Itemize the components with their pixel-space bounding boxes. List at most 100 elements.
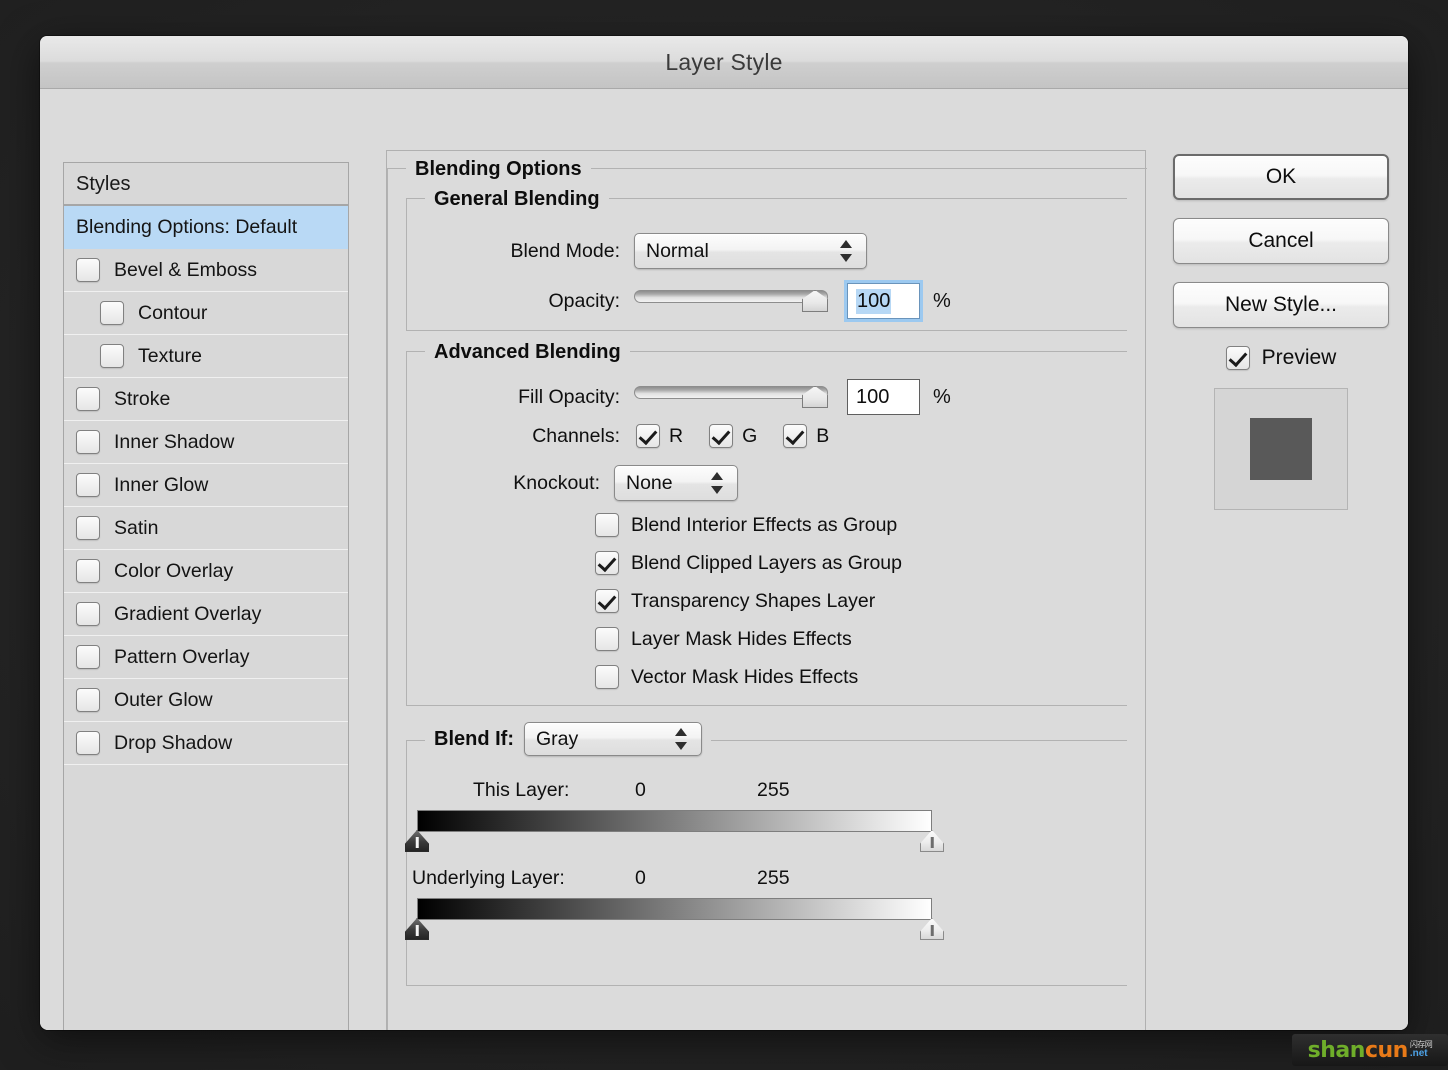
opacity-value: 100 — [856, 288, 892, 314]
channel-checkbox[interactable] — [636, 424, 660, 448]
opacity-percent-sign: % — [933, 289, 951, 312]
fill-opacity-input[interactable]: 100 — [847, 379, 920, 415]
advanced-option-label: Transparency Shapes Layer — [631, 589, 876, 612]
channel-r[interactable]: R — [636, 424, 683, 448]
cancel-button[interactable]: Cancel — [1173, 218, 1389, 264]
this-layer-white-slider[interactable] — [920, 830, 944, 852]
advanced-option-checkbox[interactable] — [595, 627, 619, 651]
styles-list: Blending Options: Default Bevel & Emboss C… — [64, 206, 348, 765]
sidebar-item-blending-options-default[interactable]: Blending Options: Default — [64, 206, 348, 249]
dialog-body: Styles Blending Options: Default Bevel & … — [40, 89, 1408, 1030]
this-layer-min: 0 — [635, 779, 646, 801]
channel-checkbox[interactable] — [783, 424, 808, 448]
effect-checkbox[interactable] — [76, 387, 100, 411]
channel-label: B — [816, 424, 830, 447]
sidebar-item-stroke[interactable]: Stroke — [64, 378, 348, 421]
sidebar-item-label: Inner Shadow — [114, 430, 235, 453]
this-layer-black-slider[interactable] — [405, 830, 429, 852]
effect-checkbox[interactable] — [76, 559, 100, 583]
advanced-option-checkbox[interactable] — [595, 589, 619, 613]
opacity-input[interactable]: 100 — [844, 280, 923, 322]
general-blending-group: General Blending Blend Mode: Normal Opac… — [406, 188, 1127, 331]
effect-checkbox[interactable] — [76, 731, 100, 755]
sidebar-item-bevel-emboss[interactable]: Bevel & Emboss — [64, 249, 348, 292]
knockout-select[interactable]: None — [614, 465, 738, 501]
effect-checkbox[interactable] — [76, 602, 100, 626]
effect-checkbox[interactable] — [76, 430, 100, 454]
sidebar-item-outer-glow[interactable]: Outer Glow — [64, 679, 348, 722]
channel-b[interactable]: B — [783, 424, 829, 448]
effect-checkbox[interactable] — [76, 473, 100, 497]
sidebar-item-label: Bevel & Emboss — [114, 258, 258, 281]
opacity-slider[interactable] — [634, 289, 828, 313]
ok-button[interactable]: OK — [1173, 154, 1389, 200]
advanced-option-checkbox[interactable] — [595, 551, 619, 575]
sidebar-item-color-overlay[interactable]: Color Overlay — [64, 550, 348, 593]
sidebar-item-inner-glow[interactable]: Inner Glow — [64, 464, 348, 507]
sidebar-item-label: Blending Options: Default — [76, 215, 298, 238]
effect-checkbox[interactable] — [100, 344, 124, 368]
advanced-option-blend-interior-effects-as-group[interactable]: Blend Interior Effects as Group — [595, 509, 902, 541]
effect-checkbox[interactable] — [76, 688, 100, 712]
sidebar-item-label: Pattern Overlay — [114, 645, 250, 668]
channel-g[interactable]: G — [709, 424, 757, 448]
knockout-label: Knockout: — [513, 471, 600, 494]
effect-checkbox[interactable] — [76, 258, 100, 282]
blending-options-panel: Blending Options General Blending Blend … — [386, 150, 1147, 1030]
underlying-layer-black-slider[interactable] — [405, 918, 429, 940]
advanced-option-label: Vector Mask Hides Effects — [631, 665, 859, 688]
sidebar-item-inner-shadow[interactable]: Inner Shadow — [64, 421, 348, 464]
this-layer-slider[interactable] — [405, 810, 944, 852]
effect-checkbox[interactable] — [76, 516, 100, 540]
dialog-titlebar[interactable]: Layer Style — [40, 36, 1408, 89]
knockout-row: Knockout: None — [407, 465, 1107, 501]
advanced-option-layer-mask-hides-effects[interactable]: Layer Mask Hides Effects — [595, 623, 902, 655]
sidebar-item-pattern-overlay[interactable]: Pattern Overlay — [64, 636, 348, 679]
channels-row: Channels: R G B — [407, 424, 1107, 448]
general-blending-legend: General Blending — [425, 188, 609, 211]
channel-checkbox[interactable] — [709, 424, 734, 448]
effect-checkbox[interactable] — [100, 301, 124, 325]
watermark-net: .net — [1409, 1048, 1428, 1059]
advanced-option-blend-clipped-layers-as-group[interactable]: Blend Clipped Layers as Group — [595, 547, 902, 579]
blend-if-label: Blend If: — [434, 727, 514, 750]
sidebar-item-texture[interactable]: Texture — [64, 335, 348, 378]
underlying-layer-slider[interactable] — [405, 898, 944, 940]
opacity-label: Opacity: — [548, 289, 620, 312]
sidebar-item-contour[interactable]: Contour — [64, 292, 348, 335]
advanced-option-transparency-shapes-layer[interactable]: Transparency Shapes Layer — [595, 585, 902, 617]
effect-checkbox[interactable] — [76, 645, 100, 669]
channels-checkbox-group: RGB — [636, 424, 855, 448]
sidebar-item-gradient-overlay[interactable]: Gradient Overlay — [64, 593, 348, 636]
styles-sidebar: Styles Blending Options: Default Bevel & … — [63, 162, 349, 1030]
preview-toggle[interactable]: Preview — [1173, 346, 1389, 370]
sidebar-item-drop-shadow[interactable]: Drop Shadow — [64, 722, 348, 765]
underlying-layer-max: 255 — [757, 867, 790, 889]
blend-mode-label: Blend Mode: — [510, 239, 621, 262]
this-layer-gradient — [417, 810, 932, 832]
underlying-layer-min: 0 — [635, 867, 646, 889]
sidebar-item-label: Inner Glow — [114, 473, 209, 496]
underlying-layer-white-slider[interactable] — [920, 918, 944, 940]
fill-opacity-value: 100 — [856, 385, 890, 408]
advanced-option-checkbox[interactable] — [595, 513, 619, 537]
preview-label: Preview — [1261, 346, 1337, 369]
chevron-updown-icon — [835, 238, 857, 264]
advanced-option-label: Layer Mask Hides Effects — [631, 627, 852, 650]
sidebar-item-satin[interactable]: Satin — [64, 507, 348, 550]
blend-if-channel-select[interactable]: Gray — [524, 722, 702, 756]
fill-opacity-slider-track — [634, 386, 828, 399]
fill-opacity-row: Fill Opacity: 100 % — [407, 379, 1107, 415]
advanced-option-vector-mask-hides-effects[interactable]: Vector Mask Hides Effects — [595, 661, 902, 693]
advanced-option-checkbox[interactable] — [595, 665, 619, 689]
watermark-shan: shan — [1307, 1037, 1366, 1063]
opacity-slider-knob[interactable] — [802, 290, 828, 312]
preview-checkbox[interactable] — [1225, 346, 1250, 370]
watermark-text: shancun — [1307, 1037, 1409, 1063]
blend-mode-select[interactable]: Normal — [634, 233, 867, 269]
sidebar-item-label: Texture — [138, 344, 202, 367]
new-style-button[interactable]: New Style... — [1173, 282, 1389, 328]
layer-style-dialog: Layer Style Styles Blending Options: Def… — [40, 36, 1408, 1030]
fill-opacity-slider-knob[interactable] — [802, 386, 828, 408]
fill-opacity-slider[interactable] — [634, 385, 828, 409]
